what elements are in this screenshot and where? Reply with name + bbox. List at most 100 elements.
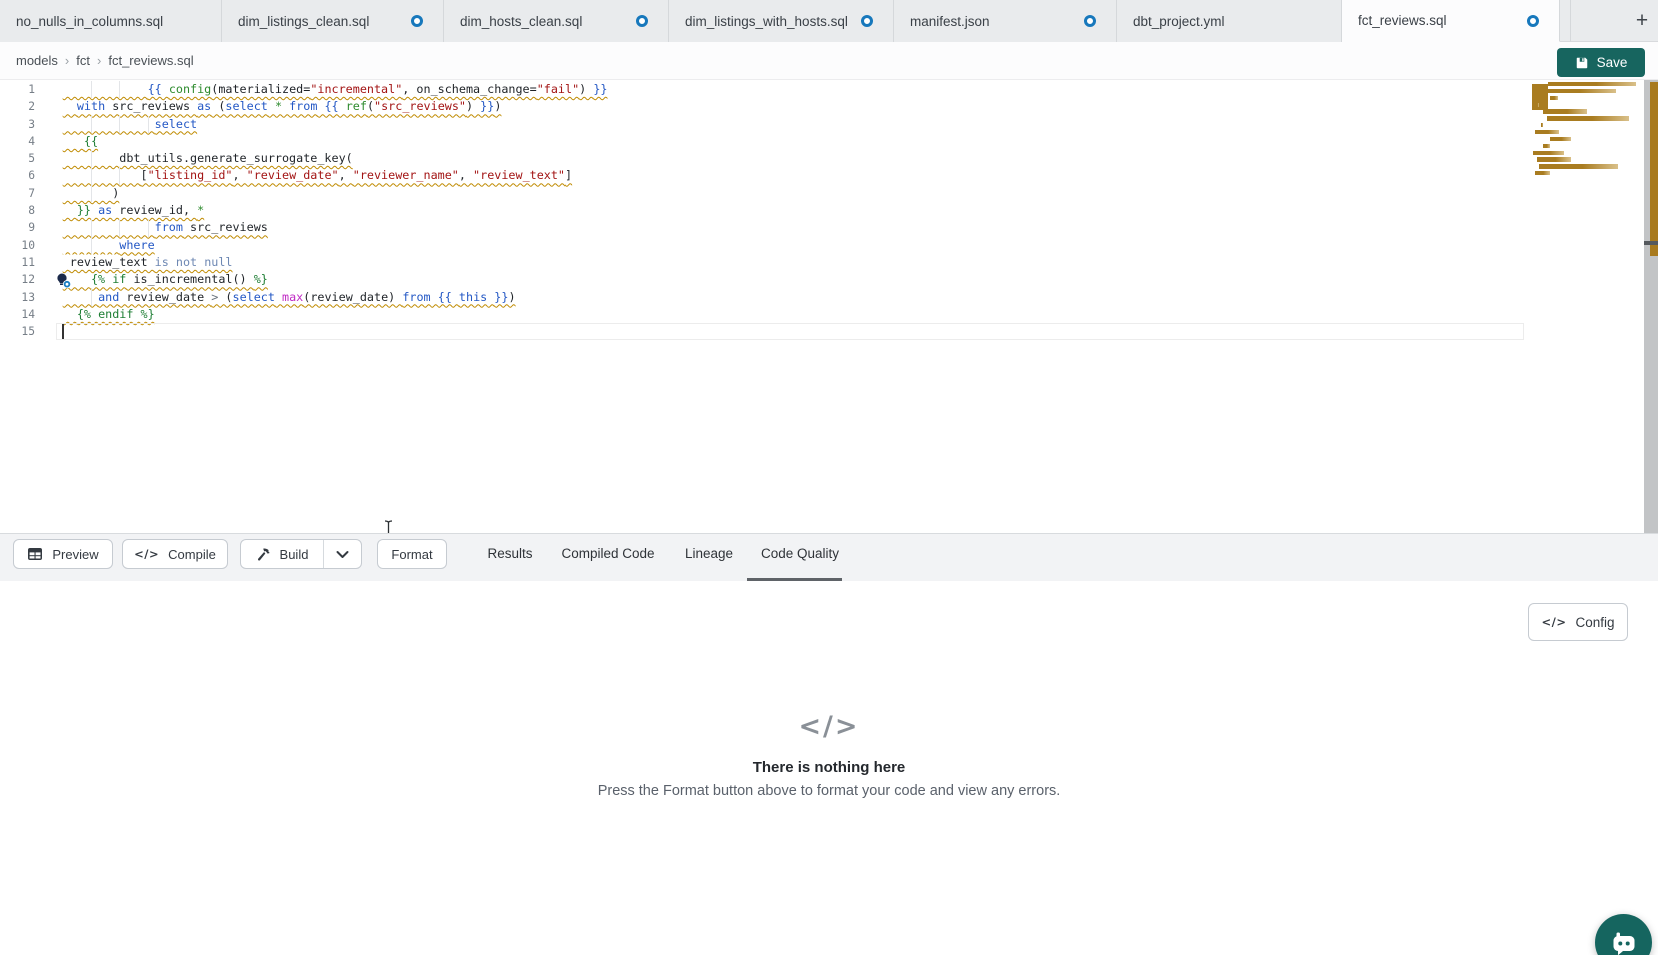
code-line-8[interactable]: 8 }} as review_id, * (0, 202, 1658, 219)
file-tab-dim_hosts_clean-sql[interactable]: dim_hosts_clean.sql (444, 0, 669, 42)
build-button[interactable]: Build (241, 540, 323, 568)
lint-warning-span: and review_date > (select max(review_dat… (63, 290, 516, 304)
line-number: 9 (0, 219, 35, 236)
minimap[interactable] (1532, 82, 1645, 186)
line-number: 10 (0, 237, 35, 254)
lint-warning-span: {% if is_incremental() %} (63, 272, 268, 286)
lint-warning-span: }} as review_id, * (63, 203, 205, 217)
quick-fix-lightbulb-icon[interactable] (55, 272, 72, 289)
indent-guide (119, 116, 120, 133)
code-line-12[interactable]: 12 {% if is_incremental() %} (0, 271, 1658, 288)
unsaved-changes-dot (1527, 15, 1539, 27)
preview-button[interactable]: Preview (13, 539, 113, 569)
hammer-icon (256, 547, 271, 562)
file-tab-label: dbt_project.yml (1133, 14, 1225, 29)
indent-guide (148, 219, 149, 236)
floppy-disk-icon (1575, 56, 1589, 70)
new-tab-cell: + (1570, 0, 1658, 42)
line-number: 8 (0, 202, 35, 219)
minimap-line (1535, 89, 1616, 93)
line-number: 15 (0, 323, 35, 340)
editor-action-toolbar: Preview </> Compile Build Format Results (0, 533, 1658, 581)
lint-warning-span: select (63, 117, 197, 131)
code-line-14[interactable]: 14 {% endif %} (0, 306, 1658, 323)
code-brackets-icon: </> (0, 711, 1658, 742)
text-caret (62, 324, 64, 339)
empty-state-subtitle: Press the Format button above to format … (0, 783, 1658, 799)
file-tab-fct_reviews-sql[interactable]: fct_reviews.sql (1342, 0, 1560, 42)
file-tab-dim_listings_with_hosts-sql[interactable]: dim_listings_with_hosts.sql (669, 0, 894, 42)
code-line-15[interactable]: 15 (0, 323, 1658, 340)
code-line-2[interactable]: 2 with src_reviews as (select * from {{ … (0, 98, 1658, 115)
minimap-line (1539, 164, 1619, 168)
tab-results[interactable]: Results (487, 546, 532, 561)
indent-guide (148, 116, 149, 133)
code-line-9[interactable]: 9 from src_reviews (0, 219, 1658, 236)
unsaved-changes-dot (861, 15, 873, 27)
code-line-4[interactable]: 4 {{ (0, 133, 1658, 150)
code-line-5[interactable]: 5 dbt_utils.generate_surrogate_key( (0, 150, 1658, 167)
code-line-7[interactable]: 7 ) (0, 185, 1658, 202)
unsaved-changes-dot (1084, 15, 1096, 27)
code-line-3[interactable]: 3 select (0, 116, 1658, 133)
file-tab-label: dim_hosts_clean.sql (460, 14, 582, 29)
code-line-1[interactable]: 1 {{ config(materialized="incremental", … (0, 81, 1658, 98)
file-tab-label: fct_reviews.sql (1358, 13, 1447, 28)
line-number: 7 (0, 185, 35, 202)
file-tab-manifest-json[interactable]: manifest.json (894, 0, 1117, 42)
minimap-line (1550, 96, 1558, 100)
line-number: 13 (0, 289, 35, 306)
file-tab-label: dim_listings_with_hosts.sql (685, 14, 848, 29)
file-tab-bar: no_nulls_in_columns.sqldim_listings_clea… (0, 0, 1658, 42)
code-quality-panel: </> Config </> There is nothing here Pre… (0, 581, 1658, 955)
code-line-10[interactable]: 10 where (0, 237, 1658, 254)
indent-guide (91, 289, 92, 306)
current-line-highlight (56, 323, 1524, 340)
code-lines: 1 {{ config(materialized="incremental", … (0, 81, 1658, 340)
minimap-line (1535, 171, 1550, 175)
file-tab-dbt_project-yml[interactable]: dbt_project.yml (1117, 0, 1342, 42)
robot-chat-icon (1609, 928, 1639, 955)
build-options-chevron[interactable] (324, 540, 361, 568)
code-brackets-icon: </> (1541, 615, 1566, 629)
scrollbar-slider-edge[interactable] (1644, 241, 1658, 245)
config-button[interactable]: </> Config (1528, 603, 1628, 641)
tab-code-quality[interactable]: Code Quality (761, 546, 839, 561)
indent-guide (91, 81, 92, 98)
file-tab-no_nulls_in_columns-sql[interactable]: no_nulls_in_columns.sql (0, 0, 222, 42)
unsaved-changes-dot (636, 15, 648, 27)
code-line-11[interactable]: 11 review_text is not null (0, 254, 1658, 271)
minimap-line (1543, 144, 1550, 148)
minimap-line (1541, 123, 1542, 127)
line-number: 5 (0, 150, 35, 167)
build-split-button: Build (240, 539, 362, 569)
code-editor[interactable]: 1 {{ config(materialized="incremental", … (0, 80, 1658, 533)
lint-warning-span: from src_reviews (63, 220, 268, 234)
file-tab-dim_listings_clean-sql[interactable]: dim_listings_clean.sql (222, 0, 444, 42)
tab-lineage[interactable]: Lineage (685, 546, 733, 561)
dbt-cloud-ide: no_nulls_in_columns.sqldim_listings_clea… (0, 0, 1658, 955)
line-number: 2 (0, 98, 35, 115)
format-label: Format (391, 547, 432, 562)
line-number: 3 (0, 116, 35, 133)
lint-warning-span: {{ config(materialized="incremental", on… (63, 82, 608, 96)
breadcrumb-item-models[interactable]: models (16, 53, 58, 68)
save-button[interactable]: Save (1557, 48, 1645, 77)
indent-guide (119, 81, 120, 98)
code-line-13[interactable]: 13 and review_date > (select max(review_… (0, 289, 1658, 306)
chevron-right-icon: › (65, 53, 69, 68)
compile-label: Compile (168, 547, 216, 562)
overview-ruler-warnings (1650, 82, 1658, 256)
line-number: 1 (0, 81, 35, 98)
format-button[interactable]: Format (377, 539, 447, 569)
breadcrumb-item-fct[interactable]: fct (76, 53, 90, 68)
minimap-line (1536, 103, 1539, 107)
tab-compiled-code[interactable]: Compiled Code (561, 546, 654, 561)
table-grid-icon (27, 547, 43, 561)
chevron-right-icon: › (97, 53, 101, 68)
new-tab-icon[interactable]: + (1631, 10, 1653, 32)
empty-state-title: There is nothing here (0, 759, 1658, 776)
code-line-6[interactable]: 6 ["listing_id", "review_date", "reviewe… (0, 167, 1658, 184)
compile-button[interactable]: </> Compile (122, 539, 228, 569)
breadcrumb: models › fct › fct_reviews.sql (16, 53, 194, 68)
